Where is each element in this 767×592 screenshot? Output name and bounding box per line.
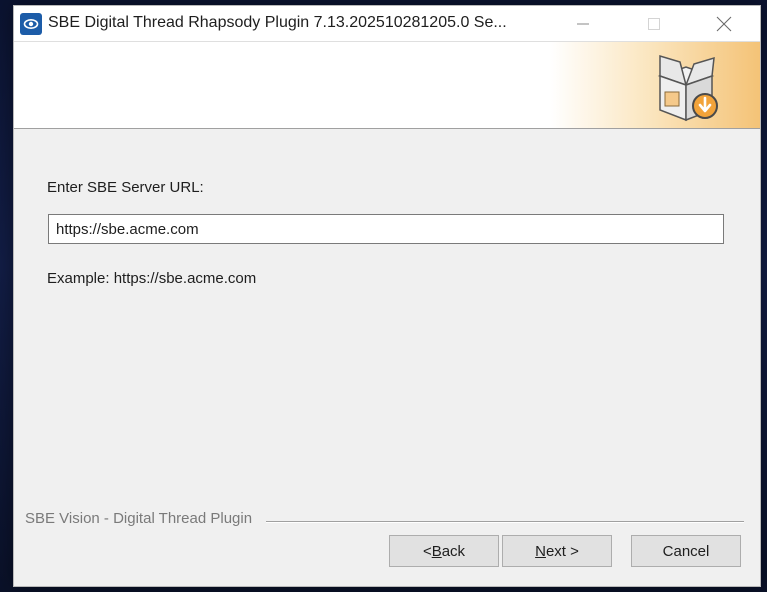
next-button[interactable]: Next > [502, 535, 612, 567]
back-button-prefix: < [422, 542, 432, 560]
close-icon [716, 16, 732, 32]
next-button-label: ext > [545, 542, 579, 560]
back-button-mnemonic: B [431, 542, 442, 560]
close-button[interactable] [701, 6, 747, 42]
minimize-icon [577, 23, 589, 25]
server-url-label: Enter SBE Server URL: [47, 179, 204, 196]
next-button-mnemonic: N [535, 542, 546, 560]
minimize-button[interactable] [560, 6, 606, 42]
back-button-label: ack [441, 542, 466, 560]
back-button[interactable]: < Back [389, 535, 499, 567]
window-title: SBE Digital Thread Rhapsody Plugin 7.13.… [48, 14, 507, 31]
wizard-page: Enter SBE Server URL: Example: https://s… [14, 129, 760, 586]
server-url-example: Example: https://sbe.acme.com [47, 270, 257, 287]
wizard-header [14, 42, 760, 129]
cancel-button[interactable]: Cancel [631, 535, 741, 567]
installer-box-icon [657, 54, 718, 122]
maximize-icon [648, 18, 660, 30]
branding-label: SBE Vision - Digital Thread Plugin [25, 510, 253, 527]
installer-window: SBE Digital Thread Rhapsody Plugin 7.13.… [14, 6, 760, 586]
title-bar[interactable]: SBE Digital Thread Rhapsody Plugin 7.13.… [14, 6, 760, 42]
branding-divider [266, 521, 744, 523]
maximize-button[interactable] [631, 6, 677, 42]
app-icon [20, 13, 42, 35]
server-url-input[interactable] [48, 214, 724, 244]
